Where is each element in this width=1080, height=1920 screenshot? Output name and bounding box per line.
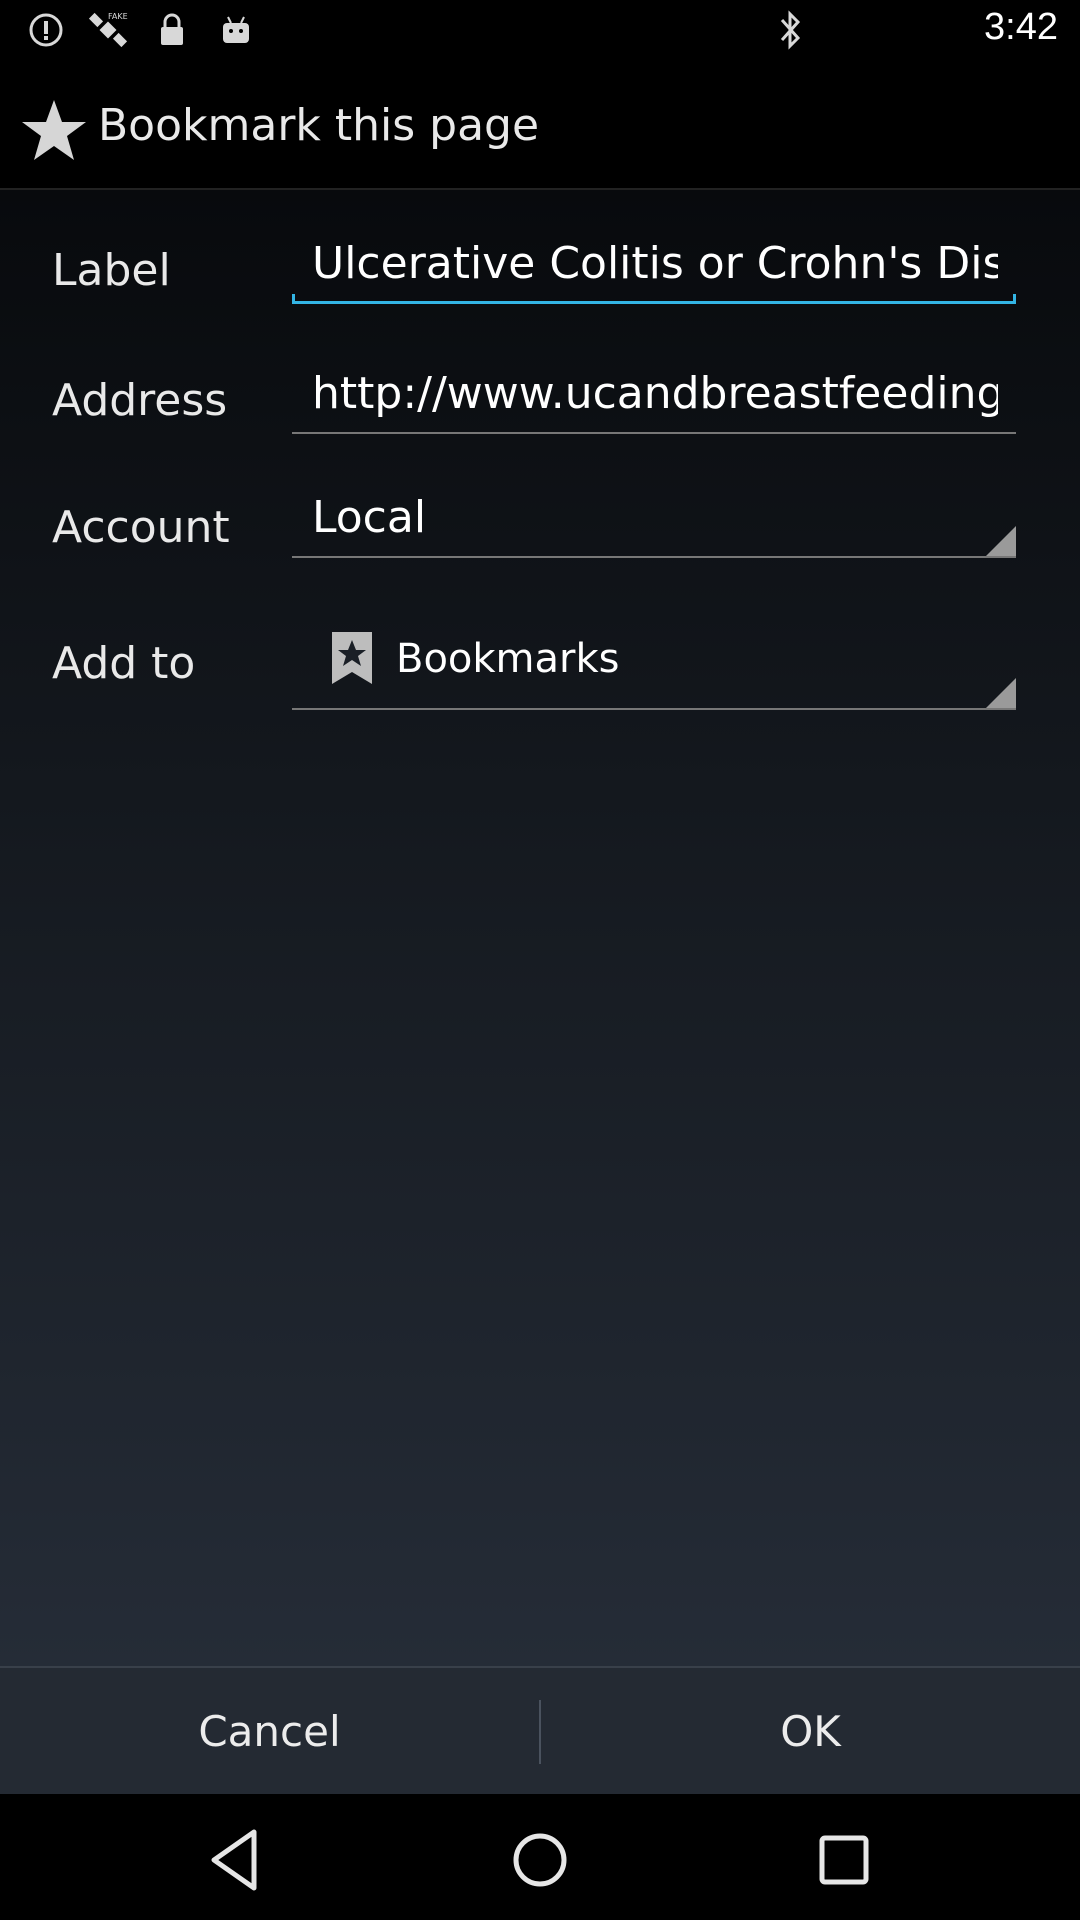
ok-button[interactable]: OK — [541, 1668, 1080, 1794]
clock: 3:42 — [984, 6, 1058, 48]
dropdown-indicator-icon — [986, 678, 1016, 708]
dialog-button-bar: Cancel OK — [0, 1666, 1080, 1794]
navigation-bar — [0, 1794, 1080, 1920]
label-input-value: Ulcerative Colitis or Crohn's Disease — [312, 238, 998, 289]
label-field-label: Label — [52, 245, 171, 296]
label-input[interactable]: Ulcerative Colitis or Crohn's Disease — [292, 226, 1016, 304]
address-input[interactable]: http://www.ucandbreastfeeding.com — [292, 356, 1016, 434]
dialog-title: Bookmark this page — [98, 100, 540, 151]
bookmark-form: Label Ulcerative Colitis or Crohn's Dise… — [0, 190, 1080, 1666]
account-field-label: Account — [52, 502, 230, 553]
address-field-label: Address — [52, 375, 228, 426]
home-icon[interactable] — [500, 1820, 580, 1900]
address-input-value: http://www.ucandbreastfeeding.com — [312, 368, 998, 419]
android-icon — [216, 10, 256, 50]
add-to-spinner[interactable]: Bookmarks — [292, 610, 1016, 710]
bluetooth-icon — [770, 10, 810, 50]
dialog-header: Bookmark this page — [0, 62, 1080, 190]
account-spinner[interactable]: Local — [292, 480, 1016, 558]
account-selected-value: Local — [312, 492, 427, 543]
star-icon — [22, 100, 86, 160]
add-to-field-label: Add to — [52, 638, 196, 689]
status-bar: FAKE 3:42 — [0, 0, 1080, 62]
svg-text:FAKE: FAKE — [108, 12, 128, 21]
add-to-selected-value: Bookmarks — [396, 636, 620, 682]
satellite-icon: FAKE — [88, 10, 128, 50]
alert-circle-icon — [26, 10, 66, 50]
back-icon[interactable] — [196, 1820, 276, 1900]
dropdown-indicator-icon — [986, 526, 1016, 556]
cancel-button[interactable]: Cancel — [0, 1668, 539, 1794]
bookmark-folder-icon — [332, 632, 372, 684]
recents-icon[interactable] — [804, 1820, 884, 1900]
lock-icon — [152, 10, 192, 50]
